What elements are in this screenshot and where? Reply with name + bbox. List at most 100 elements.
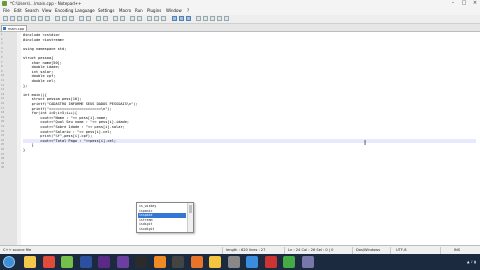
cut-icon[interactable] [55,16,60,21]
print-icon[interactable] [45,16,50,21]
maximize-button[interactable]: □ [459,0,469,7]
zoom-out-icon[interactable] [120,16,125,21]
menu-file[interactable]: File [3,7,10,15]
doc-map-icon[interactable] [179,16,184,21]
autocomplete-list[interactable]: is_wiskey ispanic isspace istream isdigit isx… [136,202,194,233]
divider [440,247,441,254]
line-number: 12 [1,83,5,87]
fold-margin[interactable] [17,32,21,245]
word-wrap-icon[interactable] [147,16,152,21]
text-cursor-icon: I [364,139,367,147]
title-bar: *C:\Users\...\main.cpp - Notepad++ – □ × [0,0,480,7]
replace-icon[interactable] [103,16,108,21]
indent-guide-icon[interactable] [161,16,166,21]
taskbar-firefox-icon[interactable] [190,256,203,268]
save-macro-icon[interactable] [224,16,229,21]
taskbar-notepad-icon[interactable] [61,256,73,268]
taskbar-explorer-icon[interactable] [24,256,36,268]
line-number: 15 [1,97,5,101]
code-line[interactable]: #include <iostream> [23,38,64,43]
autocomplete-item[interactable]: isxdigit [138,227,186,232]
copy-icon[interactable] [62,16,67,21]
taskbar: ▲ ♪ ▮ [0,254,480,270]
taskbar-chrome-icon[interactable] [42,256,55,268]
taskbar-settings-icon[interactable] [227,256,240,268]
line-number-gutter: 1 2 3 4 5 6 7 8 9 10 11 12 13 14 15 16 17 18 19 20 21 22 23 24 2… [0,32,18,245]
menu-window[interactable]: Window [166,7,182,15]
file-modified-icon [3,27,6,30]
function-list-icon[interactable] [186,16,191,21]
code-line[interactable]: } [23,148,25,153]
taskbar-app2-icon[interactable] [264,256,277,268]
code-line[interactable]: using namespace std; [23,47,66,52]
zoom-in-icon[interactable] [113,16,118,21]
code-line[interactable]: }; [23,84,27,89]
menu-search[interactable]: Search [25,7,39,15]
run-macro-icon[interactable] [217,16,222,21]
menu-encoding[interactable]: Encoding [55,7,73,15]
line-number: 24 [1,138,5,142]
user-lang-icon[interactable] [172,16,177,21]
close-all-icon[interactable] [38,16,43,21]
save-all-icon[interactable] [24,16,29,21]
find-icon[interactable] [96,16,101,21]
tab-label: main.cpp [8,27,25,31]
line-number: 22 [1,129,5,133]
paste-icon[interactable] [69,16,74,21]
code-line[interactable]: double cel; [23,79,56,84]
scrollbar-thumb[interactable] [189,205,192,213]
record-macro-icon[interactable] [196,16,201,21]
taskbar-media-icon[interactable] [135,256,147,268]
close-button[interactable]: × [470,0,480,7]
toolbar [0,15,480,24]
menu-run[interactable]: Run [135,7,143,15]
line-number: 7 [1,60,3,64]
window-title: *C:\Users\...\main.cpp - Notepad++ [10,1,82,6]
line-number: 30 [1,166,5,170]
taskbar-app3-icon[interactable] [283,256,295,268]
menu-view[interactable]: View [42,7,52,15]
autocomplete-scrollbar[interactable] [187,203,193,232]
line-number: 10 [1,74,5,78]
show-all-chars-icon[interactable] [154,16,159,21]
line-number: 2 [1,37,3,41]
redo-icon[interactable] [86,16,91,21]
line-number: 16 [1,102,5,105]
taskbar-premiere-icon[interactable] [98,256,110,268]
line-number: 5 [1,51,3,55]
taskbar-photoshop-icon[interactable] [79,256,92,268]
menu-plugins[interactable]: Plugins [147,7,161,15]
sync-h-icon[interactable] [137,16,142,21]
line-number: 25 [1,143,5,147]
menu-settings[interactable]: Settings [98,7,114,15]
code-line[interactable]: cout<<"Total Pago : "<<pess[i].cel; [23,138,476,144]
taskbar-app-icon[interactable] [246,256,258,268]
open-file-icon[interactable] [10,16,15,21]
menu-macro[interactable]: Macro [119,7,131,15]
save-icon[interactable] [17,16,22,21]
undo-icon[interactable] [79,16,84,21]
taskbar-folder-icon[interactable] [209,256,221,268]
menu-edit[interactable]: Edit [14,7,22,15]
line-number: 1 [1,33,3,36]
start-button[interactable] [3,256,15,268]
line-number: 29 [1,161,5,165]
menu-language[interactable]: Language [75,7,95,15]
new-file-icon[interactable] [3,16,8,21]
play-macro-icon[interactable] [210,16,215,21]
system-tray[interactable]: ▲ ♪ ▮ [467,254,476,270]
tab-main-cpp[interactable]: main.cpp [1,25,27,31]
taskbar-app4-icon[interactable] [301,256,314,268]
line-number: 13 [1,88,5,92]
line-number: 9 [1,69,3,73]
sync-v-icon[interactable] [130,16,135,21]
divider [352,247,353,254]
code-editor[interactable]: 1 2 3 4 5 6 7 8 9 10 11 12 13 14 15 16 17 18 19 20 21 22 23 24 2… [0,32,480,245]
taskbar-aftereffects-icon[interactable] [116,256,129,268]
taskbar-vlc-icon[interactable] [153,256,166,268]
taskbar-obs-icon[interactable] [172,256,184,268]
menu-help[interactable]: ? [187,7,189,15]
stop-macro-icon[interactable] [203,16,208,21]
close-file-icon[interactable] [31,16,36,21]
minimize-button[interactable]: – [448,0,458,7]
